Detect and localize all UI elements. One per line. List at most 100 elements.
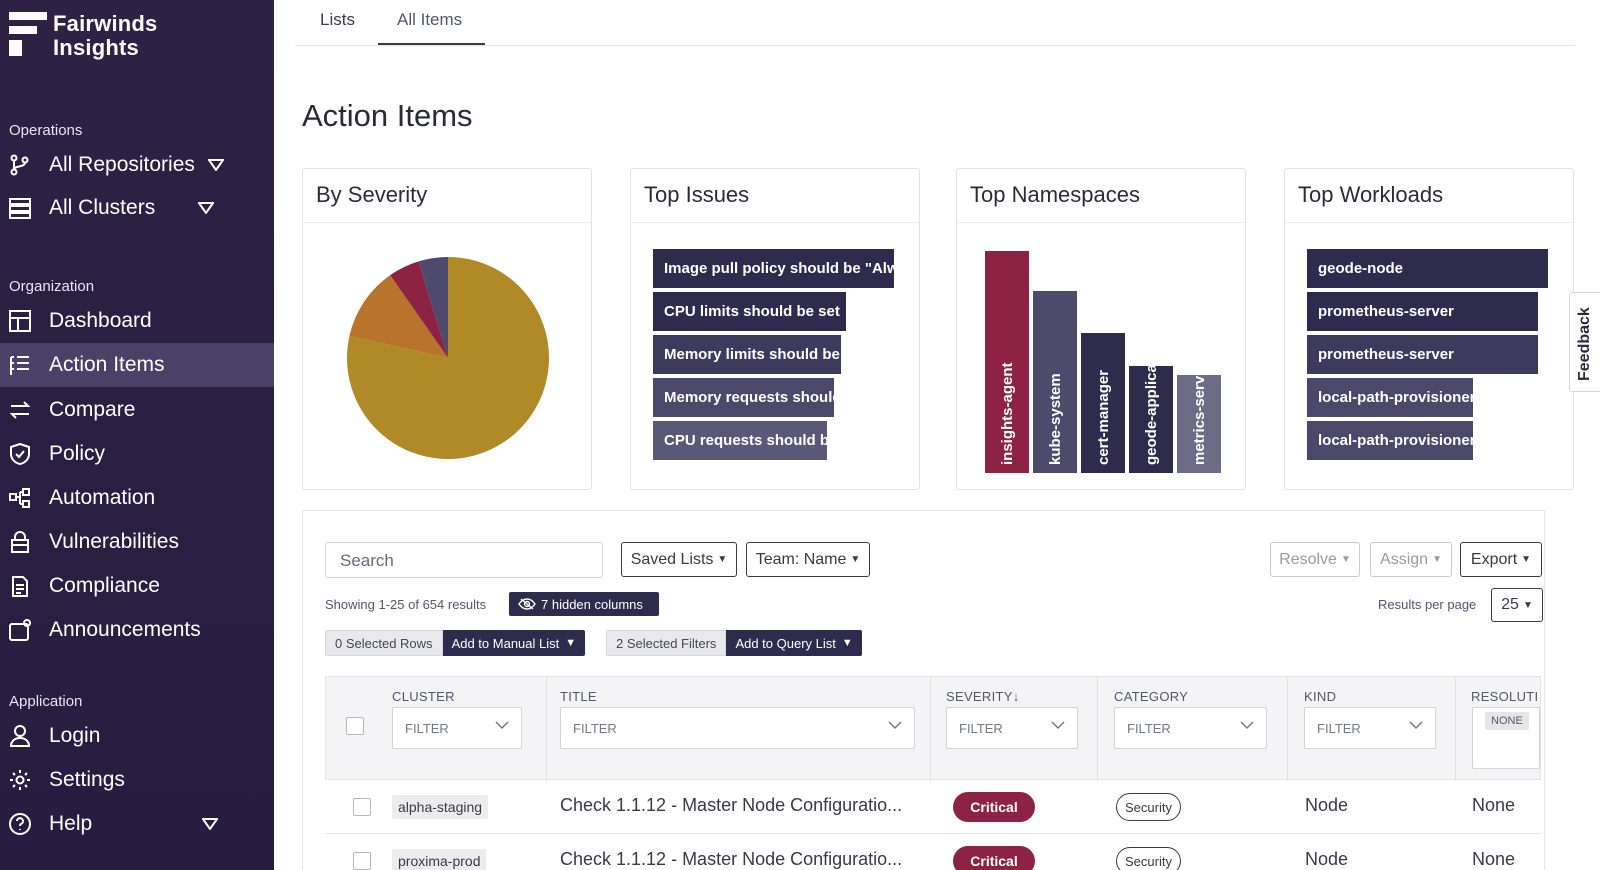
column-header-cluster[interactable]: CLUSTER — [392, 689, 455, 704]
namespace-bar-2[interactable]: cert-manager — [1081, 333, 1125, 473]
resolve-button[interactable]: Resolve ▼ — [1270, 542, 1360, 577]
card-title: By Severity — [303, 169, 591, 223]
shield-icon — [9, 443, 31, 465]
sidebar-item-announcements[interactable]: Announcements — [0, 608, 274, 652]
chevron-down-icon[interactable] — [197, 196, 215, 220]
table-row[interactable]: proxima-prod Check 1.1.12 - Master Node … — [325, 834, 1541, 870]
column-header-severity[interactable]: SEVERITY↓ — [946, 689, 1020, 704]
feedback-tab[interactable]: Feedback — [1569, 292, 1600, 392]
user-icon — [9, 725, 31, 747]
bar-0[interactable]: geode-node — [1307, 249, 1548, 288]
resolution-filter[interactable]: NONE — [1472, 707, 1540, 769]
column-header-title[interactable]: TITLE — [560, 689, 597, 704]
row-checkbox[interactable] — [353, 798, 371, 816]
severity-badge: Critical — [953, 846, 1035, 870]
saved-lists-dropdown[interactable]: Saved Lists ▼ — [621, 542, 737, 577]
top-issues-card: Top Issues Image pull policy should be "… — [630, 168, 920, 490]
category-filter[interactable]: FILTER — [1114, 707, 1267, 749]
severity-filter[interactable]: FILTER — [946, 707, 1078, 749]
card-title: Top Issues — [631, 169, 919, 223]
add-to-query-list-button[interactable]: Add to Query List ▼ — [726, 630, 862, 656]
caret-down-icon: ▼ — [1340, 554, 1351, 565]
namespace-bar-1[interactable]: kube-system — [1033, 291, 1077, 473]
tab-all-items[interactable]: All Items — [397, 10, 462, 30]
bar-0[interactable]: Image pull policy should be "Always" — [653, 249, 894, 288]
table-row[interactable]: alpha-staging Check 1.1.12 - Master Node… — [325, 780, 1541, 834]
row-checkbox[interactable] — [353, 852, 371, 870]
export-button[interactable]: Export ▼ — [1460, 542, 1542, 577]
results-count: Showing 1-25 of 654 results — [325, 597, 487, 612]
hidden-columns-button[interactable]: 7 hidden columns — [509, 592, 659, 616]
bar-2[interactable]: Memory limits should be set — [653, 335, 841, 374]
fairwinds-logo[interactable]: Fairwinds Insights — [9, 12, 158, 60]
row-title[interactable]: Check 1.1.12 - Master Node Configuratio.… — [560, 849, 902, 870]
sidebar-item-automation[interactable]: Automation — [0, 476, 274, 520]
bar-3[interactable]: Memory requests should be set — [653, 378, 834, 417]
row-title[interactable]: Check 1.1.12 - Master Node Configuratio.… — [560, 795, 902, 816]
cluster-filter[interactable]: FILTER — [392, 707, 522, 749]
column-header-kind[interactable]: KIND — [1304, 689, 1336, 704]
sidebar-item-label: Dashboard — [49, 309, 152, 332]
caret-down-icon: ▼ — [565, 637, 577, 649]
assign-button[interactable]: Assign ▼ — [1370, 542, 1452, 577]
sidebar-item-policy[interactable]: Policy — [0, 432, 274, 476]
cluster-tag[interactable]: proxima-prod — [392, 849, 487, 870]
caret-down-icon: ▼ — [717, 554, 728, 565]
card-title: Top Namespaces — [957, 169, 1245, 223]
team-dropdown[interactable]: Team: Name ▼ — [746, 542, 870, 577]
add-to-manual-list-button[interactable]: Add to Manual List ▼ — [442, 630, 586, 656]
sidebar-item-label: Compliance — [49, 574, 160, 597]
lock-icon — [9, 531, 31, 553]
bar-3[interactable]: local-path-provisioner — [1307, 378, 1473, 417]
chevron-down-icon — [1409, 721, 1423, 730]
cluster-tag[interactable]: alpha-staging — [392, 795, 489, 819]
sidebar-item-action-items[interactable]: Action Items — [0, 343, 274, 387]
sidebar-item-label: Compare — [49, 398, 136, 421]
sidebar-item-all-clusters[interactable]: All Clusters — [0, 186, 274, 230]
selected-rows-group: 0 Selected Rows Add to Manual List ▼ — [325, 630, 586, 656]
namespace-bar-label: insights-agent — [999, 362, 1016, 465]
bar-4[interactable]: CPU requests should be set — [653, 421, 827, 460]
sidebar-item-label: All Clusters — [49, 196, 156, 219]
title-filter[interactable]: FILTER — [560, 707, 915, 749]
sidebar-item-compliance[interactable]: Compliance — [0, 564, 274, 608]
caret-down-icon: ▼ — [1521, 554, 1532, 565]
operations-section-label: Operations — [9, 122, 83, 139]
bar-2[interactable]: prometheus-server — [1307, 335, 1538, 374]
chevron-down-icon — [495, 721, 509, 730]
sidebar-item-login[interactable]: Login — [0, 714, 274, 758]
bar-4[interactable]: local-path-provisioner — [1307, 421, 1473, 460]
search-input[interactable]: Search — [325, 542, 603, 578]
active-tab-indicator — [378, 43, 485, 45]
severity-pie-chart — [347, 257, 549, 459]
row-kind: Node — [1305, 849, 1349, 869]
sidebar-item-help[interactable]: Help — [0, 802, 274, 846]
top-workloads-card: Top Workloads geode-node prometheus-serve… — [1284, 168, 1574, 490]
bar-1[interactable]: prometheus-server — [1307, 292, 1538, 331]
kind-filter[interactable]: FILTER — [1304, 707, 1436, 749]
sidebar-item-all-repositories[interactable]: All Repositories — [0, 143, 274, 187]
sidebar-item-dashboard[interactable]: Dashboard — [0, 299, 274, 343]
column-header-resolution[interactable]: RESOLUTI — [1471, 689, 1538, 704]
sidebar-item-vulnerabilities[interactable]: Vulnerabilities — [0, 520, 274, 564]
sidebar-item-label: Policy — [49, 442, 106, 465]
chevron-down-icon[interactable] — [201, 812, 219, 836]
sidebar-item-compare[interactable]: Compare — [0, 388, 274, 432]
top-issues-chart: Image pull policy should be "Always" CPU … — [631, 223, 919, 489]
chevron-down-icon[interactable] — [207, 153, 225, 177]
top-namespaces-chart: insights-agent kube-system cert-manager geo… — [957, 223, 1245, 489]
results-per-page-select[interactable]: 25 ▼ — [1491, 588, 1543, 622]
chevron-down-icon — [888, 721, 902, 730]
sort-desc-icon: ↓ — [1012, 689, 1020, 704]
tab-lists[interactable]: Lists — [320, 10, 355, 30]
namespace-bar-label: metrics-server — [1191, 375, 1208, 465]
card-title: Top Workloads — [1285, 169, 1573, 223]
namespace-bar-label: kube-system — [1047, 373, 1064, 465]
sidebar-item-settings[interactable]: Settings — [0, 758, 274, 802]
fairwinds-logo-icon — [9, 12, 47, 56]
column-header-category[interactable]: CATEGORY — [1114, 689, 1188, 704]
namespace-bar-3[interactable]: geode-application — [1129, 366, 1173, 473]
bar-1[interactable]: CPU limits should be set — [653, 292, 846, 331]
namespace-bar-4[interactable]: metrics-server — [1177, 375, 1221, 473]
namespace-bar-0[interactable]: insights-agent — [985, 251, 1029, 473]
